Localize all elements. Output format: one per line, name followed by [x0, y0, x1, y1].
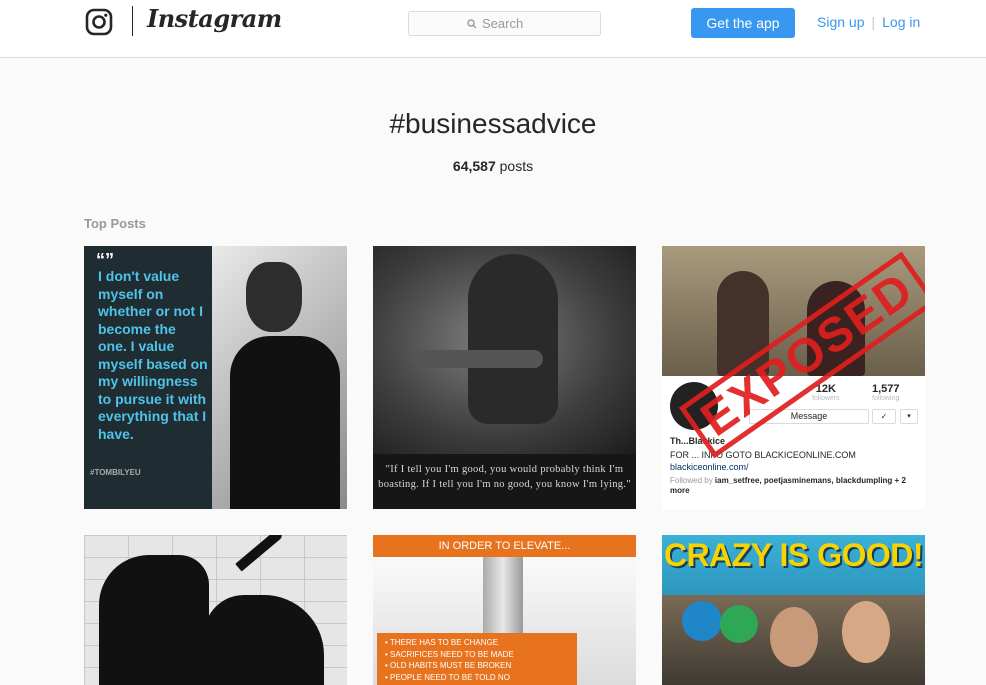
- get-app-button[interactable]: Get the app: [691, 8, 795, 38]
- quote-text: I don't value myself on whether or not I…: [98, 268, 208, 442]
- figure-silhouette: [468, 254, 558, 424]
- list-item: • THERE HAS TO BE CHANGE: [385, 638, 499, 647]
- post-tile[interactable]: CRAZY IS GOOD!: [662, 535, 925, 685]
- chevron-down-icon: ▾: [900, 409, 918, 424]
- post-count: 64,587 posts: [0, 158, 986, 174]
- post-count-suffix: posts: [499, 158, 534, 174]
- exercise-ball: [682, 601, 722, 641]
- instagram-wordmark[interactable]: Instagram: [147, 4, 282, 33]
- following-check-icon: ✓: [872, 409, 896, 424]
- search-box[interactable]: [408, 11, 601, 36]
- person-body: [230, 336, 340, 509]
- post-count-number: 64,587: [452, 158, 496, 174]
- post-tile[interactable]: [84, 535, 347, 685]
- post-tile[interactable]: "If I tell you I'm good, you would proba…: [373, 246, 636, 509]
- quote-handle: #TOMBILYEU: [90, 468, 141, 477]
- followers-label: followers: [812, 395, 840, 402]
- following-count: 1,577: [872, 383, 900, 395]
- arm-silhouette: [413, 350, 543, 368]
- followed-names: iam_setfree, poetjasminemans, blackdumpl…: [714, 476, 893, 485]
- following-stat: 1,577 following: [872, 383, 900, 402]
- exercise-ball: [720, 605, 758, 643]
- login-link[interactable]: Log in: [882, 14, 920, 30]
- top-posts-heading: Top Posts: [84, 216, 146, 231]
- search-icon: [467, 18, 477, 28]
- photo-caption: "If I tell you I'm good, you would proba…: [373, 454, 636, 509]
- elevate-banner: IN ORDER TO ELEVATE...: [373, 535, 636, 557]
- search-input[interactable]: [482, 16, 542, 31]
- list-item: • PEOPLE NEED TO BE TOLD NO: [385, 672, 510, 682]
- hashtag-title: #businessadvice: [389, 108, 597, 139]
- person-face: [842, 601, 890, 663]
- person-face: [770, 607, 818, 667]
- logo-divider: [132, 6, 133, 36]
- quote-panel: “” I don't value myself on whether or no…: [84, 246, 212, 509]
- post-tile[interactable]: IN ORDER TO ELEVATE... • THERE HAS TO BE…: [373, 535, 636, 685]
- followed-prefix: Followed by: [670, 476, 713, 485]
- profile-bio: FOR ... INFO GOTO BLACKICEONLINE.COM: [670, 450, 856, 460]
- profile-link: blackiceonline.com/: [670, 462, 749, 472]
- post-tile[interactable]: 12K followers 1,577 following Message ✓ …: [662, 246, 925, 509]
- elevate-list: • THERE HAS TO BE CHANGE • SACRIFICES NE…: [377, 633, 577, 685]
- list-item: • SACRIFICES NEED TO BE MADE: [385, 649, 514, 659]
- top-nav: Instagram Get the app Sign up | Log in: [0, 0, 986, 58]
- shadow-figure: [99, 555, 209, 685]
- auth-separator: |: [871, 14, 876, 30]
- signup-link[interactable]: Sign up: [817, 14, 864, 30]
- followed-by: Followed by iam_setfree, poetjasminemans…: [670, 476, 915, 496]
- instagram-camera-icon[interactable]: [85, 8, 113, 36]
- list-item: • OLD HABITS MUST BE BROKEN: [385, 661, 512, 670]
- crazy-good-title: CRAZY IS GOOD!: [663, 537, 924, 573]
- person-head: [246, 262, 302, 332]
- following-label: following: [872, 395, 900, 402]
- auth-links: Sign up | Log in: [817, 14, 920, 30]
- post-tile[interactable]: “” I don't value myself on whether or no…: [84, 246, 347, 509]
